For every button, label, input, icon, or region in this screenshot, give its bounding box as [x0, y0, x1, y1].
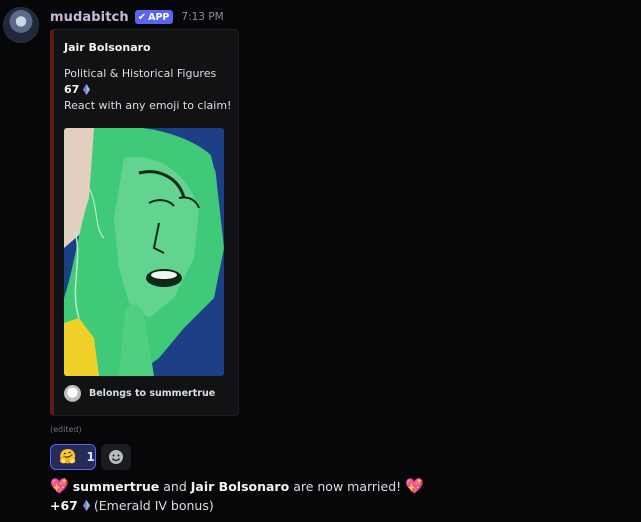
portrait-illustration [64, 128, 224, 376]
bonus-label: (Emerald IV bonus) [93, 498, 214, 513]
embed-value-line: 67 [64, 83, 91, 96]
embed-category: Political & Historical Figures [64, 67, 217, 80]
message-header: mudabitch ✔ APP 7:13 PM [50, 9, 224, 25]
edited-label: (edited) [50, 425, 82, 434]
username[interactable]: mudabitch [50, 10, 129, 25]
app-badge: ✔ APP [134, 10, 174, 24]
bonus-line: +67 (Emerald IV bonus) [50, 498, 214, 513]
verified-check-icon: ✔ [137, 11, 147, 23]
card-embed: Jair Bolsonaro Political & Historical Fi… [50, 29, 239, 416]
gem-icon [83, 84, 91, 95]
embed-title: Jair Bolsonaro [64, 41, 151, 54]
announcement-tail: are now married! [293, 479, 402, 494]
embed-footer: Belongs to summertrue [64, 385, 215, 402]
gem-icon [82, 500, 90, 511]
app-badge-label: APP [148, 11, 170, 23]
married-user: summertrue [72, 479, 160, 494]
sparkling-heart-icon: 💖 [405, 477, 424, 495]
user-avatar[interactable] [3, 7, 39, 43]
hug-emoji-icon: 🤗 [59, 449, 77, 465]
embed-footer-text: Belongs to summertrue [89, 388, 216, 399]
reaction-hug[interactable]: 🤗 1 [50, 444, 96, 470]
bonus-amount: +67 [50, 498, 78, 513]
married-character: Jair Bolsonaro [190, 479, 290, 494]
card-image[interactable] [64, 128, 224, 376]
announcement-middle: and [163, 479, 187, 494]
add-reaction-icon [109, 450, 123, 464]
reaction-count: 1 [86, 450, 95, 464]
sparkling-heart-icon: 💖 [50, 477, 69, 495]
add-reaction-button[interactable] [101, 444, 131, 470]
marriage-announcement: 💖 summertrue and Jair Bolsonaro are now … [50, 477, 424, 495]
owner-avatar-icon [64, 385, 81, 402]
message-timestamp[interactable]: 7:13 PM [181, 11, 223, 23]
embed-value: 67 [64, 83, 80, 96]
embed-instruction: React with any emoji to claim! [64, 99, 232, 112]
